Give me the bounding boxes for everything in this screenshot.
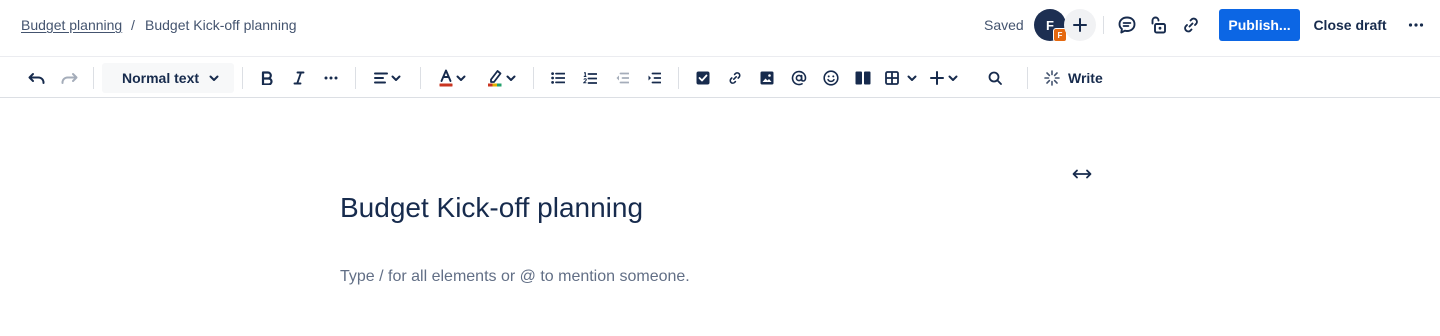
bold-button[interactable] — [255, 66, 279, 90]
numbered-list-icon — [583, 71, 597, 84]
layouts-icon — [855, 71, 871, 85]
link-icon — [729, 72, 741, 84]
emoji-icon — [823, 70, 839, 86]
numbered-list-button[interactable] — [578, 66, 602, 90]
bullet-list-icon — [551, 72, 565, 84]
close-draft-button[interactable]: Close draft — [1306, 9, 1394, 41]
insert-icon — [930, 71, 944, 85]
table-icon — [885, 71, 899, 85]
add-collaborator-icon — [1073, 18, 1087, 32]
page-title[interactable]: Budget Kick-off planning — [340, 192, 643, 224]
toolbar-divider — [242, 67, 243, 89]
breadcrumb-separator: / — [131, 17, 135, 33]
header-divider — [1103, 16, 1104, 34]
italic-icon — [293, 71, 305, 85]
comments-button[interactable] — [1115, 13, 1139, 37]
editor-toolbar: Normal text Write — [0, 56, 1440, 98]
link-button[interactable] — [723, 66, 747, 90]
toolbar-divider — [93, 67, 94, 89]
page-width-toggle[interactable] — [1070, 164, 1094, 184]
insert-elements-dropdown[interactable] — [928, 66, 960, 90]
toolbar-divider — [678, 67, 679, 89]
highlight-dropdown[interactable] — [484, 66, 518, 90]
chevron-down-icon — [948, 75, 958, 81]
expand-width-icon — [1072, 169, 1092, 179]
outdent-icon — [616, 72, 629, 84]
text-style-label: Normal text — [122, 70, 200, 86]
indent-icon — [648, 72, 661, 84]
chevron-down-icon — [456, 75, 465, 81]
chevron-down-icon — [907, 75, 917, 81]
find-icon — [988, 71, 1002, 85]
find-replace-button[interactable] — [983, 66, 1007, 90]
editor-body-placeholder[interactable]: Type / for all elements or @ to mention … — [340, 268, 690, 286]
add-collaborator-button[interactable] — [1064, 9, 1096, 41]
comment-icon — [1118, 16, 1136, 34]
text-color-dropdown[interactable] — [435, 66, 469, 90]
restrictions-lock-icon — [1151, 16, 1166, 34]
ai-write-button[interactable]: Write — [1044, 65, 1103, 91]
toolbar-divider — [420, 67, 421, 89]
chevron-down-icon — [209, 75, 219, 81]
layouts-button[interactable] — [851, 66, 875, 90]
mention-icon — [791, 70, 807, 86]
more-formatting-button[interactable] — [319, 66, 343, 90]
italic-button[interactable] — [287, 66, 311, 90]
undo-icon — [28, 73, 45, 84]
indent-button[interactable] — [642, 66, 666, 90]
publish-button[interactable]: Publish... — [1219, 9, 1300, 41]
task-icon — [696, 71, 710, 85]
save-status: Saved — [984, 17, 1024, 33]
text-style-dropdown[interactable]: Normal text — [102, 63, 234, 93]
table-dropdown[interactable] — [883, 66, 919, 90]
more-formatting-icon — [324, 76, 338, 80]
mention-button[interactable] — [787, 66, 811, 90]
copy-link-icon — [1184, 17, 1198, 33]
bold-icon — [261, 71, 273, 85]
toolbar-divider — [1027, 67, 1028, 89]
more-actions-button[interactable] — [1404, 13, 1428, 37]
ai-sparkle-icon — [1044, 70, 1060, 86]
breadcrumb-current: Budget Kick-off planning — [145, 17, 297, 33]
alignment-dropdown[interactable] — [370, 66, 404, 90]
image-button[interactable] — [755, 66, 779, 90]
redo-button[interactable] — [57, 66, 81, 90]
emoji-button[interactable] — [819, 66, 843, 90]
text-color-icon — [439, 69, 452, 87]
undo-button[interactable] — [25, 66, 49, 90]
redo-icon — [61, 73, 78, 84]
breadcrumb-parent-link[interactable]: Budget planning — [21, 17, 122, 33]
toolbar-divider — [533, 67, 534, 89]
more-icon — [1408, 23, 1424, 27]
copy-link-button[interactable] — [1179, 13, 1203, 37]
chevron-down-icon — [391, 75, 400, 81]
action-item-button[interactable] — [691, 66, 715, 90]
ai-write-label: Write — [1068, 70, 1103, 86]
restrictions-button[interactable] — [1146, 13, 1170, 37]
editor-header: Budget planning / Budget Kick-off planni… — [0, 0, 1440, 52]
align-icon — [373, 72, 388, 84]
outdent-button[interactable] — [610, 66, 634, 90]
highlight-icon — [487, 70, 501, 87]
toolbar-divider — [355, 67, 356, 89]
chevron-down-icon — [506, 75, 515, 81]
bullet-list-button[interactable] — [546, 66, 570, 90]
image-icon — [760, 71, 774, 85]
